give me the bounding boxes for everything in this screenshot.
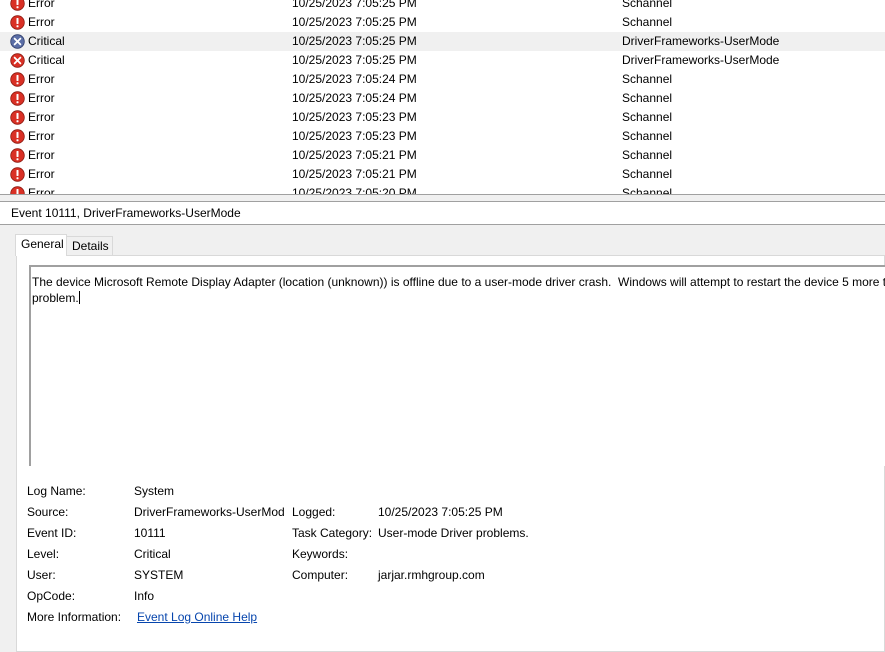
event-date-time: 10/25/2023 7:05:24 PM [292, 91, 417, 105]
event-source: Schannel [622, 148, 673, 162]
event-level: Critical [28, 34, 65, 48]
computer-value: jarjar.rmhgroup.com [378, 568, 485, 582]
event-row[interactable]: Critical 10/25/2023 7:05:25 PM DriverFrame… [0, 51, 885, 70]
event-source: Schannel [622, 129, 673, 143]
level-value: Critical [134, 547, 171, 561]
event-source: Schannel [622, 0, 673, 10]
critical-icon [10, 34, 25, 49]
error-icon [10, 91, 25, 106]
event-date-time: 10/25/2023 7:05:25 PM [292, 34, 417, 48]
event-detail-pane: Event 10111, DriverFrameworks-UserMode D… [0, 201, 885, 652]
event-level: Error [28, 129, 55, 143]
critical-red-icon [10, 53, 25, 68]
computer-label: Computer: [292, 568, 349, 582]
event-level: Critical [28, 53, 65, 67]
event-row[interactable]: Critical 10/25/2023 7:05:25 PM DriverFrame… [0, 32, 885, 51]
event-source: DriverFrameworks-UserMode [622, 34, 780, 48]
tab-general[interactable]: General [15, 234, 67, 256]
description-line-2: problem. [32, 291, 79, 305]
event-level: Error [28, 15, 55, 29]
level-label: Level: [27, 547, 60, 561]
error-icon [10, 186, 25, 194]
event-description[interactable]: The device Microsoft Remote Display Adap… [29, 265, 885, 466]
source-label: Source: [27, 505, 69, 519]
event-date-time: 10/25/2023 7:05:23 PM [292, 110, 417, 124]
event-id-value: 10111 [134, 526, 166, 540]
event-detail-header: Event 10111, DriverFrameworks-UserMode [0, 202, 885, 225]
event-source: Schannel [622, 110, 673, 124]
event-source: Schannel [622, 186, 673, 194]
event-date-time: 10/25/2023 7:05:21 PM [292, 167, 417, 181]
more-information-label: More Information: [27, 610, 122, 624]
user-value: SYSTEM [134, 568, 184, 582]
event-source: Schannel [622, 72, 673, 86]
user-label: User: [27, 568, 56, 582]
opcode-label: OpCode: [27, 589, 76, 603]
task-category-value: User-mode Driver problems. [378, 526, 529, 540]
event-source: DriverFrameworks-UserMode [622, 53, 780, 67]
error-icon [10, 0, 25, 11]
error-icon [10, 72, 25, 87]
event-date-time: 10/25/2023 7:05:25 PM [292, 15, 417, 29]
event-level: Error [28, 167, 55, 181]
log-name-value: System [134, 484, 175, 498]
description-line-1: The device Microsoft Remote Display Adap… [32, 275, 885, 289]
event-source: Schannel [622, 167, 673, 181]
event-level: Error [28, 91, 55, 105]
event-source: Schannel [622, 91, 673, 105]
tab-details[interactable]: Details [67, 236, 113, 256]
event-date-time: 10/25/2023 7:05:25 PM [292, 53, 417, 67]
event-list[interactable]: Error 10/25/2023 7:05:25 PM Schannel Error 1… [0, 0, 885, 194]
error-icon [10, 148, 25, 163]
event-source: Schannel [622, 15, 673, 29]
event-row[interactable]: Error 10/25/2023 7:05:21 PM Schannel [0, 165, 885, 184]
event-date-time: 10/25/2023 7:05:25 PM [292, 0, 417, 10]
event-date-time: 10/25/2023 7:05:21 PM [292, 148, 417, 162]
text-caret [78, 291, 80, 304]
log-name-label: Log Name: [27, 484, 86, 498]
event-row[interactable]: Error 10/25/2023 7:05:25 PM Schannel [0, 13, 885, 32]
event-level: Error [28, 72, 55, 86]
source-value: DriverFrameworks-UserMod [134, 505, 285, 519]
event-date-time: 10/25/2023 7:05:23 PM [292, 129, 417, 143]
event-level: Error [28, 148, 55, 162]
logged-label: Logged: [292, 505, 336, 519]
event-date-time: 10/25/2023 7:05:24 PM [292, 72, 417, 86]
event-level: Error [28, 186, 55, 194]
keywords-label: Keywords: [292, 547, 349, 561]
event-date-time: 10/25/2023 7:05:20 PM [292, 186, 417, 194]
event-row[interactable]: Error 10/25/2023 7:05:21 PM Schannel [0, 146, 885, 165]
error-icon [10, 15, 25, 30]
event-row[interactable]: Error 10/25/2023 7:05:24 PM Schannel [0, 89, 885, 108]
opcode-value: Info [134, 589, 155, 603]
error-icon [10, 167, 25, 182]
error-icon [10, 110, 25, 125]
event-row[interactable]: Error 10/25/2023 7:05:24 PM Schannel [0, 70, 885, 89]
logged-value: 10/25/2023 7:05:25 PM [378, 505, 503, 519]
general-tab-panel: The device Microsoft Remote Display Adap… [16, 255, 885, 652]
task-category-label: Task Category: [292, 526, 373, 540]
event-row[interactable]: Error 10/25/2023 7:05:23 PM Schannel [0, 127, 885, 146]
event-row[interactable]: Error 10/25/2023 7:05:25 PM Schannel [0, 0, 885, 13]
event-row[interactable]: Error 10/25/2023 7:05:23 PM Schannel [0, 108, 885, 127]
event-level: Error [28, 0, 55, 10]
event-log-online-help-link[interactable]: Event Log Online Help [137, 609, 257, 625]
event-row[interactable]: Error 10/25/2023 7:05:20 PM Schannel [0, 184, 885, 194]
event-level: Error [28, 110, 55, 124]
event-id-label: Event ID: [27, 526, 77, 540]
error-icon [10, 129, 25, 144]
